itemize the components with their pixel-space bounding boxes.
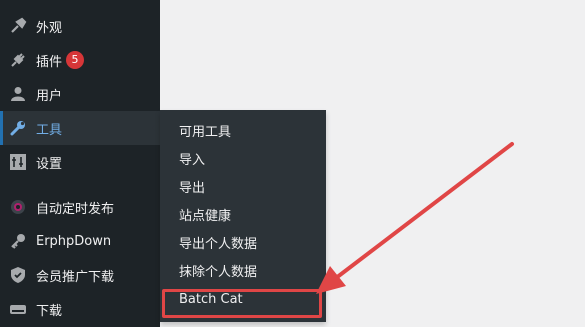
annotation-arrow — [316, 142, 514, 294]
